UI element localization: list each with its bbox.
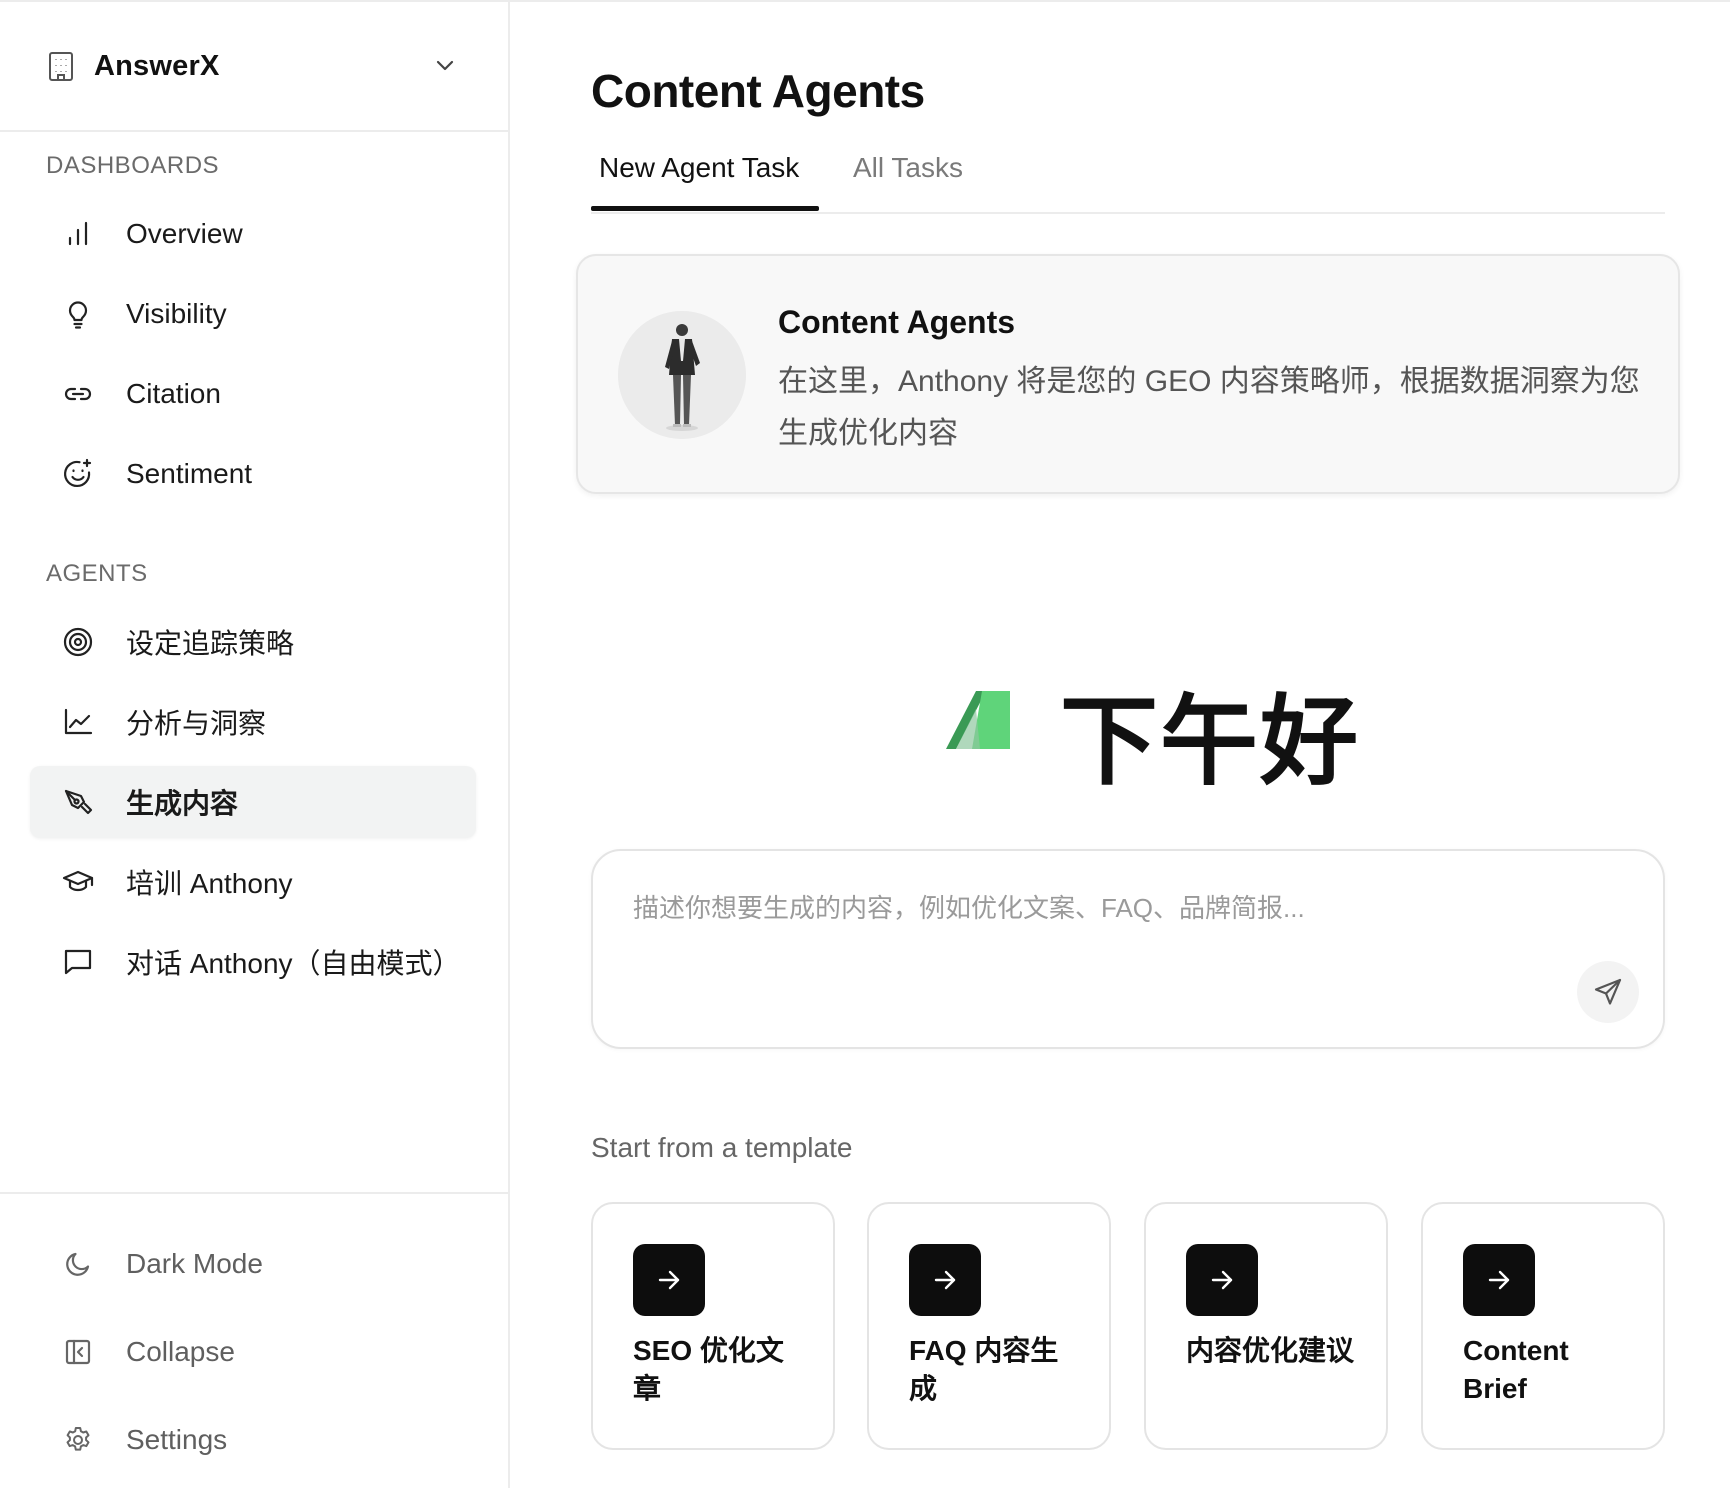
sidebar-item-label: Citation	[126, 378, 221, 409]
link-icon	[62, 378, 94, 410]
sidebar-item-train-anthony[interactable]: 培训 Anthony	[30, 846, 476, 918]
dark-mode-toggle[interactable]: Dark Mode	[30, 1232, 476, 1296]
sidebar-item-label: Sentiment	[126, 458, 253, 489]
sidebar-item-citation[interactable]: Citation	[30, 358, 476, 430]
arrow-right-icon	[1463, 1244, 1535, 1316]
active-tab-indicator	[591, 206, 819, 211]
chevron-down-icon[interactable]	[432, 52, 458, 78]
agent-card-description: 在这里，Anthony 将是您的 GEO 内容策略师，根据数据洞察为您生成优化内…	[778, 365, 1640, 450]
sidebar-item-sentiment[interactable]: Sentiment	[30, 438, 476, 510]
tab-new-agent-task[interactable]: New Agent Task	[599, 152, 799, 214]
arrow-right-icon	[909, 1244, 981, 1316]
sidebar-item-label: 分析与洞察	[126, 708, 267, 739]
agent-intro-card: Content Agents 在这里，Anthony 将是您的 GEO 内容策略…	[576, 254, 1680, 494]
greeting-heading: 下午好	[1060, 686, 1361, 796]
building-icon	[46, 50, 76, 82]
sidebar: AnswerX DASHBOARDS Overview Visibility C…	[0, 2, 510, 1488]
graduation-cap-icon	[62, 866, 94, 898]
pen-tool-icon	[62, 786, 94, 818]
template-label: FAQ 内容生成	[909, 1335, 1059, 1404]
send-icon	[1593, 977, 1623, 1007]
workspace-name: AnswerX	[94, 49, 220, 82]
page-title: Content Agents	[591, 65, 925, 117]
template-label: Content Brief	[1463, 1335, 1569, 1404]
sidebar-item-label: Visibility	[126, 298, 227, 329]
sidebar-item-label: Overview	[126, 218, 243, 249]
template-card-content-brief[interactable]: Content Brief	[1421, 1202, 1665, 1450]
sidebar-item-chat-anthony[interactable]: 对话 Anthony（自由模式）	[30, 926, 476, 998]
settings-label: Settings	[126, 1424, 228, 1455]
gear-icon	[62, 1424, 94, 1456]
sidebar-item-overview[interactable]: Overview	[30, 198, 476, 270]
section-label-agents: AGENTS	[46, 560, 148, 587]
sidebar-footer: Dark Mode Collapse Settings	[0, 1192, 508, 1488]
send-button[interactable]	[1577, 961, 1639, 1023]
sidebar-item-label: 设定追踪策略	[126, 628, 295, 659]
line-chart-icon	[62, 706, 94, 738]
agent-card-title: Content Agents	[778, 304, 1016, 340]
dark-mode-label: Dark Mode	[126, 1248, 263, 1279]
avatar	[618, 311, 746, 439]
sidebar-item-generate-content[interactable]: 生成内容	[30, 766, 476, 838]
sidebar-item-analysis-insight[interactable]: 分析与洞察	[30, 686, 476, 758]
moon-icon	[62, 1248, 94, 1280]
lightbulb-icon	[62, 298, 94, 330]
tab-bar: New Agent Task All Tasks	[591, 142, 1665, 214]
template-card-seo-article[interactable]: SEO 优化文章	[591, 1202, 835, 1450]
arrow-right-icon	[1186, 1244, 1258, 1316]
message-square-icon	[62, 946, 94, 978]
arrow-right-icon	[633, 1244, 705, 1316]
sidebar-item-label: 对话 Anthony（自由模式）	[126, 948, 461, 979]
bar-chart-icon	[62, 218, 94, 250]
app-root: AnswerX DASHBOARDS Overview Visibility C…	[0, 0, 1730, 1488]
sidebar-item-label: 生成内容	[126, 788, 239, 819]
section-label-dashboards: DASHBOARDS	[46, 152, 220, 179]
prompt-composer	[591, 849, 1665, 1049]
sidebar-item-tracking-strategy[interactable]: 设定追踪策略	[30, 606, 476, 678]
prompt-input[interactable]	[633, 883, 1593, 933]
template-card-faq[interactable]: FAQ 内容生成	[867, 1202, 1111, 1450]
main-content: Content Agents New Agent Task All Tasks	[512, 2, 1730, 1488]
template-label: 内容优化建议	[1186, 1335, 1355, 1366]
template-card-content-optimization[interactable]: 内容优化建议	[1144, 1202, 1388, 1450]
answerx-logo	[946, 687, 1012, 753]
target-icon	[62, 626, 94, 658]
settings-button[interactable]: Settings	[30, 1408, 476, 1472]
workspace-switcher[interactable]: AnswerX	[0, 2, 508, 132]
template-label: SEO 优化文章	[633, 1335, 784, 1404]
tab-all-tasks[interactable]: All Tasks	[853, 152, 963, 214]
smile-plus-icon	[62, 458, 94, 490]
sidebar-item-visibility[interactable]: Visibility	[30, 278, 476, 350]
collapse-label: Collapse	[126, 1336, 235, 1367]
collapse-button[interactable]: Collapse	[30, 1320, 476, 1384]
templates-heading: Start from a template	[591, 1132, 853, 1163]
panel-left-icon	[62, 1336, 94, 1368]
sidebar-item-label: 培训 Anthony	[126, 868, 293, 899]
